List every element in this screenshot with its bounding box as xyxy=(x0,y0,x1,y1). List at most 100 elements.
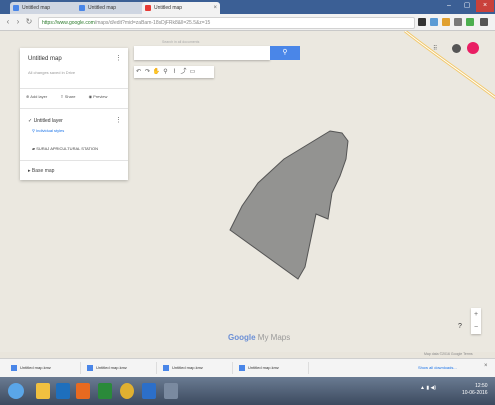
gear-icon[interactable] xyxy=(452,44,461,53)
avatar[interactable] xyxy=(467,42,479,54)
map-details-panel: Untitled map ⋮ All changes saved in Driv… xyxy=(20,48,128,180)
marker-icon[interactable]: ⚲ xyxy=(161,66,170,78)
download-filename: Untitled map.kmz xyxy=(172,365,203,370)
map-title[interactable]: Untitled map xyxy=(28,56,62,62)
address-bar: ‹ › ↻ https://www.google.com/maps/d/edit… xyxy=(0,14,495,31)
ruler-icon[interactable]: ▭ xyxy=(188,66,197,78)
close-window-icon[interactable]: × xyxy=(476,0,494,12)
app-icon[interactable] xyxy=(98,383,112,399)
download-item[interactable]: Untitled map.kmz xyxy=(160,362,233,374)
maximize-icon[interactable]: ▢ xyxy=(458,0,476,12)
show-all-downloads-link[interactable]: Show all downloads... xyxy=(418,365,457,370)
maps-favicon-icon xyxy=(79,5,85,11)
search-icon: ⚲ xyxy=(282,49,288,56)
download-filename: Untitled map.kmz xyxy=(20,365,51,370)
menu-icon[interactable] xyxy=(480,18,488,26)
close-icon[interactable]: × xyxy=(484,363,488,369)
back-icon[interactable]: ‹ xyxy=(4,17,12,27)
drawn-polygon[interactable] xyxy=(229,130,349,280)
reload-icon[interactable]: ↻ xyxy=(25,17,33,27)
zoom-in-button[interactable]: + xyxy=(471,308,481,321)
map-description[interactable]: All changes saved in Drive xyxy=(28,70,75,75)
browser-tab-strip: Untitled map × Untitled map × Untitled m… xyxy=(0,0,495,14)
forward-icon[interactable]: › xyxy=(14,17,22,27)
extension-icon[interactable] xyxy=(454,18,462,26)
url-input[interactable]: https://www.google.com/maps/d/edit?mid=z… xyxy=(38,17,415,29)
map-data-attribution[interactable]: Map data ©2016 Google Terms xyxy=(424,352,473,356)
chrome-icon[interactable] xyxy=(120,383,134,399)
feature-item[interactable]: ▰ SURAJ APRICULTURAL STATION xyxy=(32,146,98,151)
route-icon[interactable]: ⤴ xyxy=(179,66,188,78)
file-icon xyxy=(239,365,245,371)
more-options-icon[interactable]: ⋮ xyxy=(115,54,122,62)
maps-favicon-icon xyxy=(145,5,151,11)
map-toolbar: ↶ ↷ ✋ ⚲ ⌇ ⤴ ▭ xyxy=(134,66,214,78)
hand-icon[interactable]: ✋ xyxy=(152,66,161,78)
tab-label: Untitled map xyxy=(22,5,51,11)
browser-tab[interactable]: Untitled map × xyxy=(10,2,84,14)
divider xyxy=(20,160,128,161)
apps-grid-icon[interactable]: ⠿ xyxy=(433,45,437,52)
undo-icon[interactable]: ↶ xyxy=(134,66,143,78)
divider xyxy=(20,108,128,109)
app-icon[interactable] xyxy=(56,383,70,399)
divider xyxy=(20,88,128,89)
extension-icon[interactable] xyxy=(430,18,438,26)
search-hint: Search in all documents xyxy=(162,40,200,44)
extension-icon[interactable] xyxy=(442,18,450,26)
folder-icon[interactable] xyxy=(36,383,50,399)
url-host: https://www.google.com xyxy=(42,20,95,26)
redo-icon[interactable]: ↷ xyxy=(143,66,152,78)
extension-icon[interactable] xyxy=(466,18,474,26)
layer-options-icon[interactable]: ⋮ xyxy=(115,116,122,124)
my-maps-logo-text: My Maps xyxy=(257,333,291,342)
download-filename: Untitled map.kmz xyxy=(96,365,127,370)
share-button[interactable]: ⇪ Share xyxy=(60,94,81,99)
download-item[interactable]: Untitled map.kmz xyxy=(8,362,81,374)
search-button[interactable]: ⚲ xyxy=(270,46,300,60)
layer-style-label: Individual styles xyxy=(36,128,65,133)
zoom-control: + − xyxy=(471,308,481,334)
word-icon[interactable] xyxy=(142,383,156,399)
extension-icon[interactable] xyxy=(418,18,426,26)
clock-date: 10-06-2016 xyxy=(462,390,488,396)
add-layer-button[interactable]: ⊕ Add layer xyxy=(26,94,53,99)
close-icon[interactable]: × xyxy=(213,2,217,14)
google-logo-text: Google xyxy=(228,333,256,342)
clock-time: 12:50 xyxy=(475,383,488,389)
maps-favicon-icon xyxy=(13,5,19,11)
feature-label: SURAJ APRICULTURAL STATION xyxy=(36,146,99,151)
base-map-toggle[interactable]: ▸ Base map xyxy=(28,168,54,174)
start-button[interactable] xyxy=(8,383,24,399)
system-tray[interactable]: ▲ ▮ ◀) xyxy=(420,385,436,391)
download-item[interactable]: Untitled map.kmz xyxy=(84,362,157,374)
layer-title[interactable]: ✓ Untitled layer xyxy=(28,118,63,124)
search-input[interactable] xyxy=(134,46,270,60)
app-icon[interactable] xyxy=(164,383,178,399)
download-item[interactable]: Untitled map.kmz xyxy=(236,362,309,374)
tab-label: Untitled map xyxy=(154,5,183,11)
browser-tab-active[interactable]: Untitled map × xyxy=(142,2,220,14)
download-filename: Untitled map.kmz xyxy=(248,365,279,370)
panel-actions: ⊕ Add layer ⇪ Share ◉ Preview xyxy=(26,94,119,99)
preview-button[interactable]: ◉ Preview xyxy=(89,94,114,99)
minimize-icon[interactable]: – xyxy=(440,0,458,12)
browser-tab[interactable]: Untitled map × xyxy=(76,2,150,14)
google-my-maps-logo: Google My Maps xyxy=(228,333,290,342)
preview-label: Preview xyxy=(93,94,108,99)
file-icon xyxy=(11,365,17,371)
file-icon xyxy=(87,365,93,371)
line-icon[interactable]: ⌇ xyxy=(170,66,179,78)
tab-label: Untitled map xyxy=(88,5,117,11)
clock[interactable]: 12:50 10-06-2016 xyxy=(462,383,488,397)
app-icon[interactable] xyxy=(76,383,90,399)
screen: Untitled map × Untitled map × Untitled m… xyxy=(0,0,495,405)
help-button[interactable]: ? xyxy=(458,323,462,330)
file-icon xyxy=(163,365,169,371)
url-path: /maps/d/edit?mid=zaBam-18sDjFRk8&ll=25.5… xyxy=(94,20,211,26)
layer-style-link[interactable]: ⚲ Individual styles xyxy=(32,128,64,133)
zoom-out-button[interactable]: − xyxy=(471,321,481,334)
share-label: Share xyxy=(64,94,76,99)
layer-title-label: Untitled layer xyxy=(33,118,63,124)
base-map-label: Base map xyxy=(31,168,55,174)
